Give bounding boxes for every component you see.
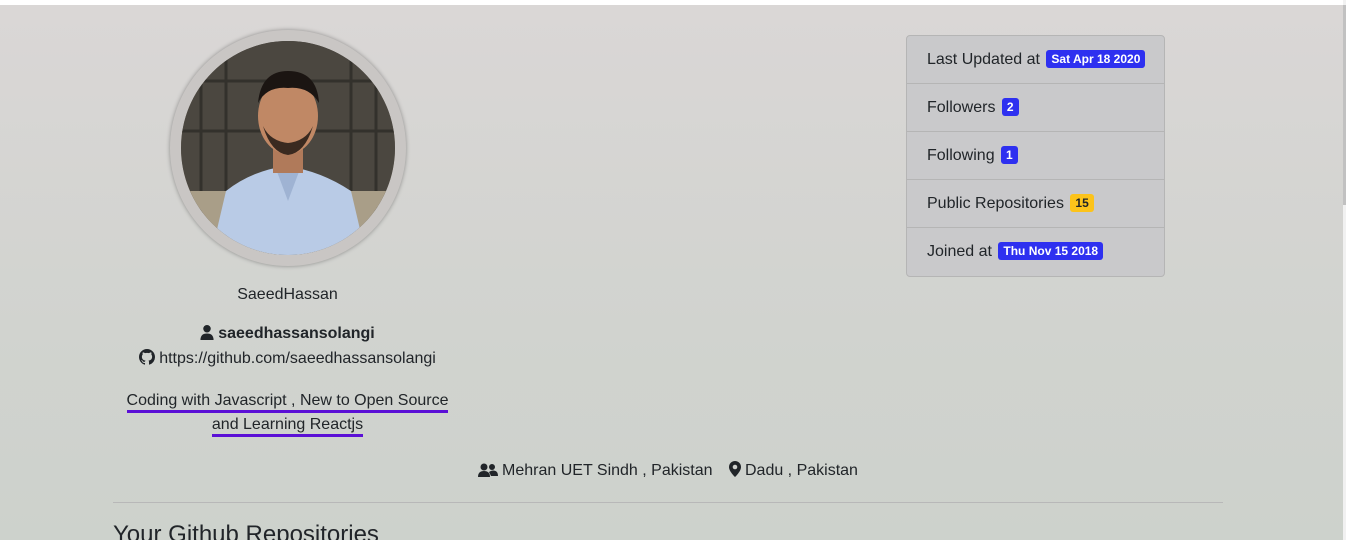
profile-name: SaeedHassan xyxy=(237,286,338,303)
avatar-photo xyxy=(181,41,395,255)
stat-following: Following 1 xyxy=(907,132,1164,180)
profile-bio: Coding with Javascript , New to Open Sou… xyxy=(113,389,462,437)
avatar xyxy=(181,41,395,255)
bio-line-1: Coding with Javascript , New to Open Sou… xyxy=(126,392,449,413)
public-repos-badge: 15 xyxy=(1070,194,1094,212)
users-icon xyxy=(478,463,499,482)
profile-page: SaeedHassan saeedhassansolangi https://g… xyxy=(0,5,1343,540)
joined-badge: Thu Nov 15 2018 xyxy=(998,242,1104,260)
github-icon xyxy=(139,349,156,370)
followers-badge: 2 xyxy=(1001,98,1019,116)
location-text: Dadu , Pakistan xyxy=(744,462,858,479)
location-item: Dadu , Pakistan xyxy=(728,461,858,482)
section-divider xyxy=(113,502,1223,503)
avatar-frame xyxy=(170,30,406,266)
github-url-text[interactable]: https://github.com/saeedhassansolangi xyxy=(159,350,436,367)
bio-line-2: and Learning Reactjs xyxy=(211,416,364,437)
user-icon xyxy=(200,325,214,345)
map-marker-icon xyxy=(728,461,741,482)
stat-followers: Followers 2 xyxy=(907,84,1164,132)
stat-label: Public Repositories xyxy=(927,195,1064,212)
last-updated-badge: Sat Apr 18 2020 xyxy=(1046,50,1146,68)
following-badge: 1 xyxy=(1001,146,1018,164)
github-link[interactable]: https://github.com/saeedhassansolangi xyxy=(113,349,462,370)
profile-meta: Mehran UET Sindh , Pakistan Dadu , Pakis… xyxy=(113,461,1223,482)
stat-last-updated: Last Updated at Sat Apr 18 2020 xyxy=(907,36,1164,84)
profile-login: saeedhassansolangi xyxy=(113,325,462,345)
stat-label: Following xyxy=(927,147,995,164)
company-text: Mehran UET Sindh , Pakistan xyxy=(502,462,713,479)
stat-label: Joined at xyxy=(927,243,992,260)
login-text: saeedhassansolangi xyxy=(218,325,375,342)
repos-section-title: Your Github Repositories xyxy=(113,521,379,540)
stat-joined: Joined at Thu Nov 15 2018 xyxy=(907,228,1164,276)
stat-label: Last Updated at xyxy=(927,51,1040,68)
stats-list: Last Updated at Sat Apr 18 2020 Follower… xyxy=(906,35,1165,277)
stat-public-repos: Public Repositories 15 xyxy=(907,180,1164,228)
company-item: Mehran UET Sindh , Pakistan xyxy=(478,462,713,482)
stat-label: Followers xyxy=(927,99,996,116)
